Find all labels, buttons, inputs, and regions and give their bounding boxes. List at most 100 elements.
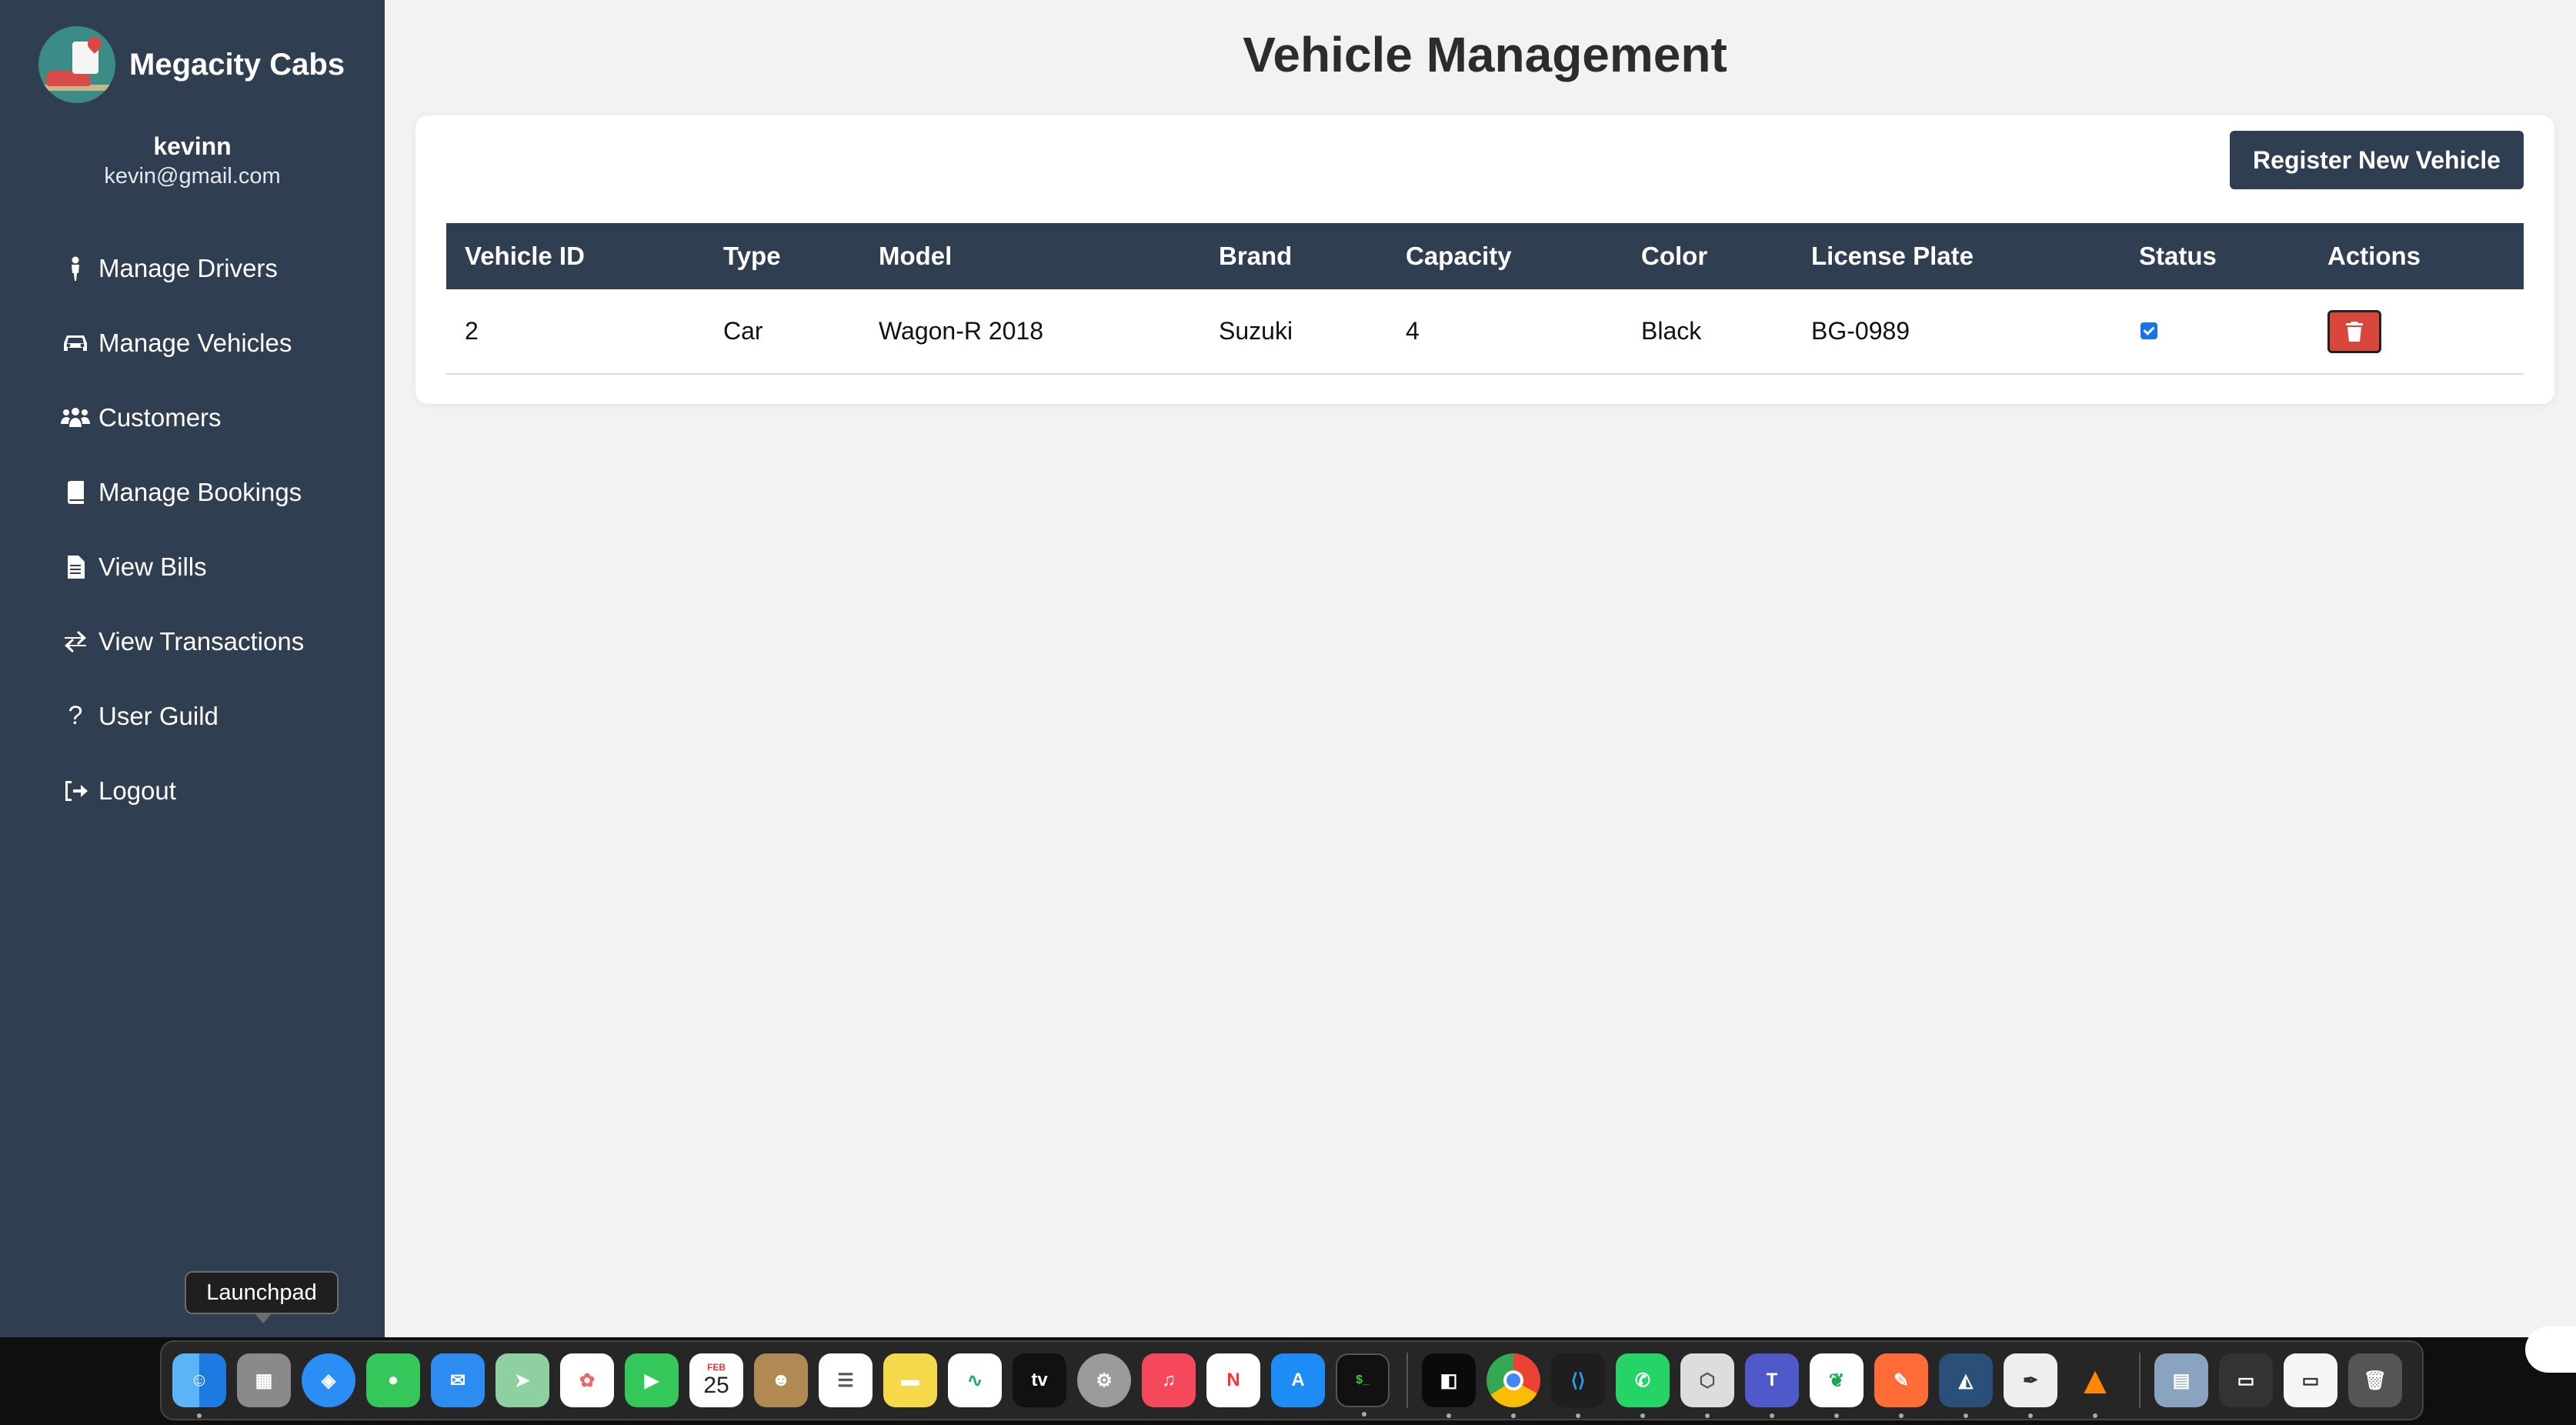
sidebar-item-label: User Guild <box>98 701 219 730</box>
cell-license-plate: BG-0989 <box>1811 317 1910 345</box>
car-icon <box>60 332 91 354</box>
cell-status <box>2121 289 2309 374</box>
sidebar-item-manage-drivers[interactable]: Manage Drivers <box>0 231 385 305</box>
dock: ☺ ▦ ◈ ● ✉ ➤ ✿ ▶ FEB 25 ☻ ☰ ▬ ∿ tv ⚙ ♫ N … <box>160 1340 2424 1420</box>
facetime-icon[interactable]: ▶ <box>625 1353 679 1407</box>
cursor-icon[interactable]: ◧ <box>1422 1353 1476 1418</box>
app-store-icon[interactable]: A <box>1271 1353 1325 1407</box>
users-icon <box>60 407 91 429</box>
column-header: Model <box>879 242 953 270</box>
column-header: Color <box>1641 242 1708 270</box>
notes-icon[interactable]: ▬ <box>883 1353 937 1407</box>
trash-icon[interactable]: 🗑 <box>2348 1353 2402 1407</box>
photos-icon[interactable]: ✿ <box>560 1353 614 1407</box>
cell-model: Wagon-R 2018 <box>879 317 1044 345</box>
cell-vehicle-id: 2 <box>465 317 479 345</box>
cell-brand: Suzuki <box>1219 317 1293 345</box>
tv-icon[interactable]: tv <box>1013 1353 1066 1407</box>
chrome-icon[interactable] <box>1487 1353 1540 1418</box>
cell-type: Car <box>723 317 763 345</box>
cell-color: Black <box>1641 317 1702 345</box>
sidebar-item-customers[interactable]: Customers <box>0 380 385 455</box>
trash-icon <box>2346 321 2363 342</box>
calendar-month: FEB <box>707 1362 726 1373</box>
sidebar-item-label: Manage Vehicles <box>98 328 292 357</box>
launchpad-icon[interactable]: ▦ <box>237 1353 291 1407</box>
column-header: License Plate <box>1811 242 1974 270</box>
person-walking-icon <box>60 256 91 281</box>
column-header: Status <box>2139 242 2217 270</box>
sidebar-item-label: Manage Drivers <box>98 253 278 282</box>
textedit-icon[interactable]: ✒ <box>2004 1353 2057 1418</box>
sidebar-nav: Manage Drivers Manage Vehicles Customers… <box>0 231 385 828</box>
sidebar: Megacity Cabs kevinn kevin@gmail.com Man… <box>0 0 385 1425</box>
column-header: Vehicle ID <box>465 242 585 270</box>
messages-icon[interactable]: ● <box>366 1353 420 1407</box>
calendar-icon[interactable]: FEB 25 <box>689 1353 743 1407</box>
user-name: kevinn <box>153 132 232 160</box>
register-vehicle-button[interactable]: Register New Vehicle <box>2230 131 2524 189</box>
postman-icon[interactable]: ✎ <box>1874 1353 1928 1418</box>
mongodb-icon[interactable]: ❦ <box>1810 1353 1864 1418</box>
brand[interactable]: Megacity Cabs <box>38 26 345 103</box>
cell-capacity: 4 <box>1406 317 1420 345</box>
terminal-icon[interactable]: $_ <box>1336 1353 1390 1417</box>
calendar-day: 25 <box>703 1373 729 1398</box>
table-header-row: Vehicle ID Type Model Brand Capacity Col… <box>446 223 2524 289</box>
news-icon[interactable]: N <box>1206 1353 1260 1407</box>
brand-logo <box>38 26 115 103</box>
teams-icon[interactable]: T <box>1745 1353 1799 1418</box>
sidebar-item-logout[interactable]: Logout <box>0 753 385 828</box>
user-email: kevin@gmail.com <box>104 164 281 189</box>
dock-separator <box>1406 1353 1408 1408</box>
sidebar-item-label: View Bills <box>98 552 207 581</box>
brand-name: Megacity Cabs <box>129 47 345 82</box>
downloads-stack-icon[interactable]: ▤ <box>2154 1353 2208 1407</box>
column-header: Type <box>723 242 781 270</box>
sidebar-item-view-bills[interactable]: View Bills <box>0 529 385 604</box>
corner-widget-icon[interactable] <box>2525 1327 2576 1373</box>
table-row: 2 Car Wagon-R 2018 Suzuki 4 Black BG-098… <box>446 289 2524 374</box>
sidebar-item-label: Customers <box>98 402 222 432</box>
question-icon: ? <box>68 701 83 730</box>
mysql-workbench-icon[interactable]: ◭ <box>1939 1353 1993 1418</box>
reminders-icon[interactable]: ☰ <box>819 1353 873 1407</box>
freeform-icon[interactable]: ∿ <box>948 1353 1002 1407</box>
status-checkbox[interactable] <box>2141 322 2157 339</box>
cell-actions <box>2309 289 2524 374</box>
page-title: Vehicle Management <box>1243 27 1727 82</box>
vscode-icon[interactable]: ⟨⟩ <box>1551 1353 1605 1418</box>
sidebar-item-manage-bookings[interactable]: Manage Bookings <box>0 455 385 529</box>
mail-icon[interactable]: ✉ <box>431 1353 485 1407</box>
intellij-icon[interactable]: ⬡ <box>1680 1353 1734 1418</box>
column-header: Brand <box>1219 242 1293 270</box>
music-icon[interactable]: ♫ <box>1142 1353 1196 1407</box>
sidebar-item-view-transactions[interactable]: View Transactions <box>0 604 385 679</box>
sidebar-item-label: Logout <box>98 776 176 805</box>
column-header: Capacity <box>1406 242 1512 270</box>
dock-tooltip: Launchpad <box>185 1271 339 1323</box>
contacts-icon[interactable]: ☻ <box>754 1353 808 1407</box>
sidebar-item-user-guild[interactable]: ? User Guild <box>0 679 385 753</box>
file-icon <box>60 555 91 579</box>
vehicles-table: Vehicle ID Type Model Brand Capacity Col… <box>446 223 2524 375</box>
column-header: Actions <box>2327 242 2421 270</box>
dock-separator <box>2139 1353 2141 1408</box>
settings-icon[interactable]: ⚙ <box>1077 1353 1131 1407</box>
finder-icon[interactable]: ☺ <box>172 1353 226 1418</box>
maps-icon[interactable]: ➤ <box>496 1353 549 1407</box>
screenshots-stack-icon[interactable]: ▭ <box>2219 1353 2273 1407</box>
files-stack-icon[interactable]: ▭ <box>2284 1353 2337 1407</box>
vlc-icon[interactable]: ▲ <box>2068 1353 2122 1418</box>
whatsapp-icon[interactable]: ✆ <box>1616 1353 1670 1418</box>
exchange-icon <box>60 630 91 652</box>
sidebar-item-label: Manage Bookings <box>98 477 302 506</box>
vehicles-card: Register New Vehicle Vehicle ID Type Mod… <box>415 115 2554 404</box>
logout-icon <box>60 779 91 803</box>
safari-icon[interactable]: ◈ <box>302 1353 355 1407</box>
sidebar-item-manage-vehicles[interactable]: Manage Vehicles <box>0 305 385 380</box>
sidebar-item-label: View Transactions <box>98 626 305 656</box>
user-info: kevinn kevin@gmail.com <box>0 132 385 189</box>
book-icon <box>60 480 91 504</box>
delete-button[interactable] <box>2327 309 2381 353</box>
